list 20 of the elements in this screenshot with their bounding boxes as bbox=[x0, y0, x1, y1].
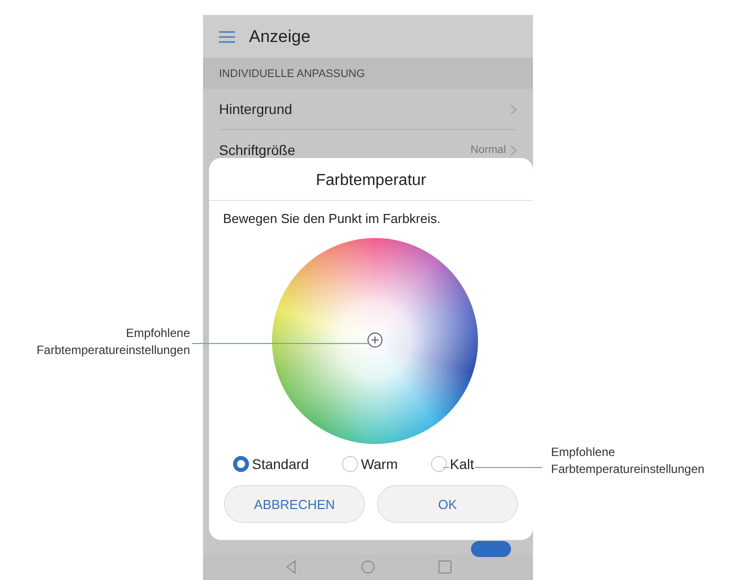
settings-row[interactable]: Hintergrund bbox=[219, 89, 517, 130]
row-value: Normal bbox=[470, 144, 506, 156]
callout-label: Empfohlene Farbtemperatureinstellungen bbox=[551, 444, 704, 478]
home-icon[interactable] bbox=[360, 560, 375, 574]
back-icon[interactable] bbox=[284, 560, 298, 574]
callout-label: Empfohlene Farbtemperatureinstellungen bbox=[36, 325, 190, 359]
row-label: Schriftgröße bbox=[219, 142, 296, 158]
wheel-handle[interactable] bbox=[367, 332, 383, 348]
dialog-title: Farbtemperatur bbox=[209, 158, 533, 201]
toggle-switch[interactable] bbox=[471, 541, 511, 557]
screen-title: Anzeige bbox=[249, 26, 310, 46]
recents-icon[interactable] bbox=[438, 560, 452, 574]
instruction-text: Bewegen Sie den Punkt im Farbkreis. bbox=[222, 211, 442, 226]
section-header: INDIVIDUELLE ANPASSUNG bbox=[203, 59, 533, 89]
chevron-icon bbox=[510, 144, 517, 156]
chevron-icon bbox=[510, 104, 517, 114]
menu-icon[interactable] bbox=[219, 30, 235, 42]
row-label: Hintergrund bbox=[219, 101, 292, 117]
cancel-button[interactable]: ABBRECHEN bbox=[224, 485, 365, 523]
ok-button[interactable]: OK bbox=[377, 485, 518, 523]
